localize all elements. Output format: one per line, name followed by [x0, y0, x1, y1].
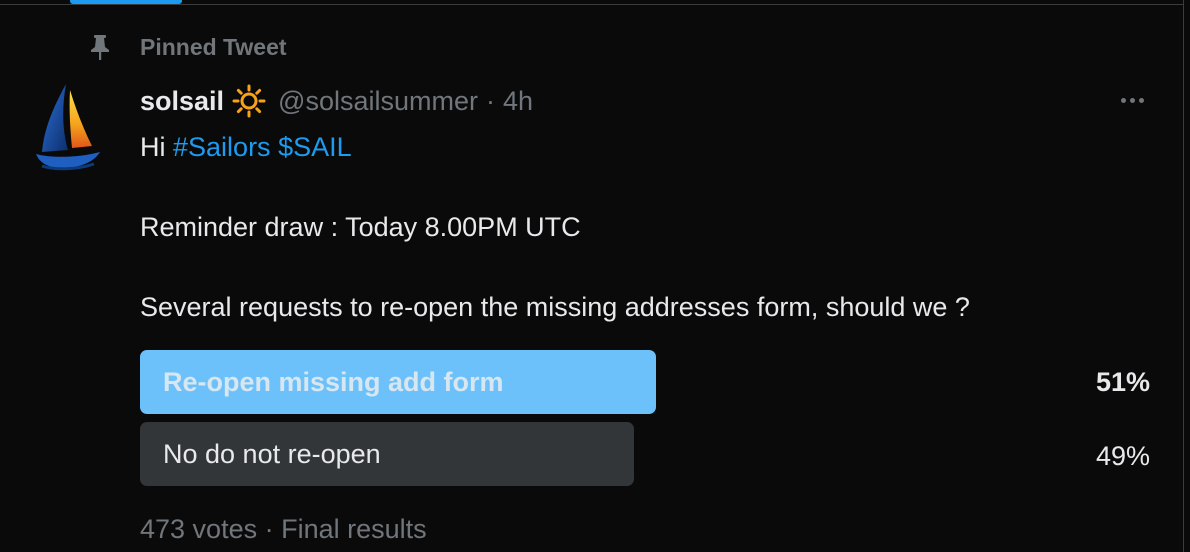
greeting-text: Hi [140, 132, 166, 162]
poll-footer-separator: · [264, 514, 274, 544]
tweet-timestamp[interactable]: 4h [503, 86, 533, 117]
tweet-text-line-1: Hi #Sailors $SAIL [140, 132, 352, 163]
poll-status: Final results [281, 514, 427, 544]
header-divider [0, 4, 1184, 5]
poll-option-label: No do not re-open [163, 439, 381, 469]
pin-icon [91, 35, 109, 60]
tweet-text-line-3: Several requests to re-open the missing … [140, 292, 970, 322]
poll-option-percent: 51% [1095, 367, 1150, 397]
display-name[interactable]: solsail [140, 86, 224, 117]
header-separator: · [486, 85, 495, 116]
poll-footer: 473 votes · Final results [140, 514, 427, 545]
sun-emoji-icon [232, 84, 266, 118]
column-border [1183, 0, 1184, 552]
pinned-tweet-row: Pinned Tweet [88, 32, 287, 62]
pinned-tweet-label: Pinned Tweet [140, 33, 287, 60]
poll-vote-count: 473 votes [140, 514, 258, 544]
tweet-header: solsail @solsailsummer · 4h [140, 83, 533, 119]
poll-option-percent: 49% [1095, 441, 1150, 471]
user-handle[interactable]: @solsailsummer [278, 86, 478, 117]
tweet-text-line-2: Reminder draw : Today 8.00PM UTC [140, 212, 581, 242]
poll-option-label: Re-open missing add form [163, 367, 504, 397]
more-options-icon[interactable] [1110, 88, 1154, 112]
sailboat-avatar[interactable] [24, 80, 106, 172]
hashtag-link[interactable]: #Sailors [173, 132, 271, 162]
cashtag-link[interactable]: $SAIL [278, 132, 352, 162]
